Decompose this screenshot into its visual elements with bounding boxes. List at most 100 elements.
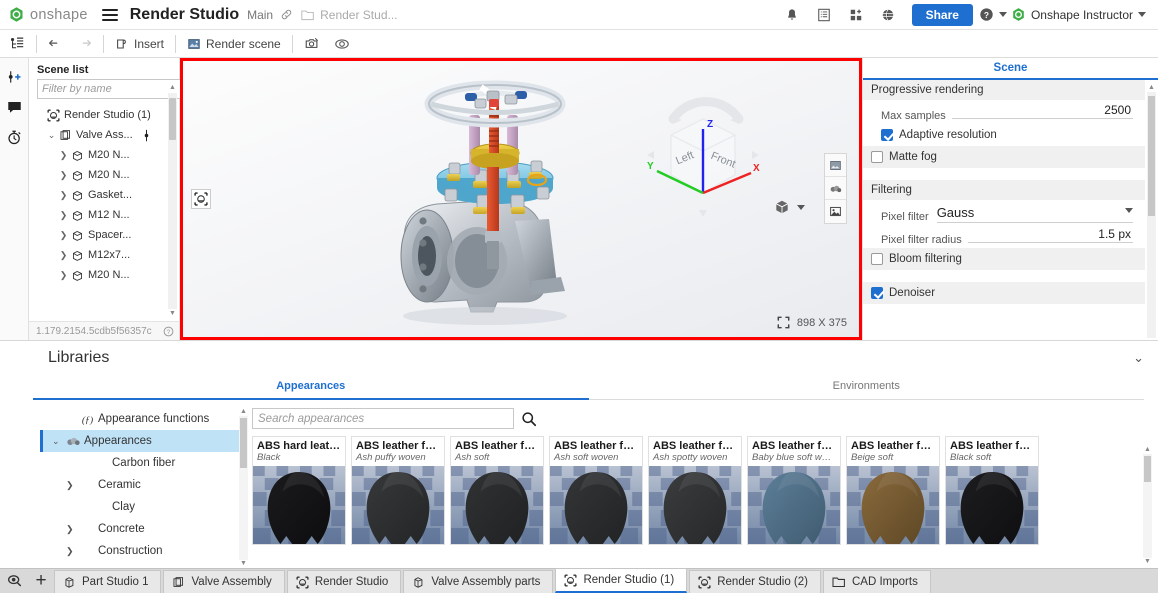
scene-tree-node[interactable]: ❯ M20 N... — [29, 265, 179, 285]
appearance-card[interactable]: ABS leather fab... Baby blue soft woven — [747, 436, 841, 545]
settings-checkbox-row[interactable]: Adaptive resolution — [863, 124, 1145, 146]
scene-settings-scrollbar[interactable]: ▲ — [1147, 84, 1156, 338]
category-node[interactable]: ❯ Construction — [40, 540, 248, 562]
chevron-down-icon[interactable] — [1125, 208, 1133, 213]
library-tab-appearances[interactable]: Appearances — [33, 375, 589, 400]
view-cube[interactable]: Left Front Z X Y — [641, 93, 771, 223]
insert-button[interactable]: Insert — [108, 31, 171, 57]
category-node[interactable]: Clay — [40, 496, 248, 518]
scroll-down-icon[interactable]: ▼ — [240, 560, 247, 568]
appearance-card[interactable]: ABS hard leath... Black — [252, 436, 346, 545]
environment-tool-icon[interactable] — [825, 177, 846, 200]
appearance-card[interactable]: ABS leather fab... Ash soft — [450, 436, 544, 545]
tab-scene[interactable]: Scene — [863, 58, 1158, 80]
settings-checkbox-row[interactable]: Matte fog — [863, 146, 1145, 169]
feature-tree-icon[interactable] — [2, 31, 32, 57]
field-input[interactable]: 1.5 px — [967, 227, 1133, 243]
appearance-grid-scrollbar[interactable]: ▲ ▼ — [1143, 446, 1152, 566]
help-circle-small-icon[interactable]: ? — [163, 326, 174, 337]
mate-connector-icon[interactable] — [139, 129, 154, 142]
settings-checkbox-row[interactable]: Denoiser — [863, 282, 1145, 305]
render-mode-selector[interactable] — [774, 199, 805, 215]
camera-settings-icon[interactable] — [297, 31, 327, 57]
globe-icon[interactable] — [877, 4, 899, 26]
history-stopwatch-icon[interactable] — [2, 124, 26, 150]
appearance-tool-icon[interactable] — [825, 154, 846, 177]
chevron-right-icon[interactable]: ❯ — [57, 170, 70, 181]
chevron-down-icon[interactable]: ⌄ — [1133, 350, 1144, 366]
render-viewport[interactable]: Left Front Z X Y 898 X 375 — [180, 58, 862, 340]
checkbox[interactable] — [871, 253, 883, 265]
image-tool-icon[interactable] — [825, 200, 846, 223]
search-appearances-input[interactable] — [252, 408, 514, 429]
appearance-card[interactable]: ABS leather fab... Black soft — [945, 436, 1039, 545]
library-tab-environments[interactable]: Environments — [589, 375, 1145, 399]
chevron-right-icon[interactable]: ❯ — [57, 250, 70, 261]
add-scene-icon[interactable] — [2, 64, 26, 90]
redo-arrow-icon[interactable] — [70, 31, 99, 57]
category-node[interactable]: ❯ Concrete — [40, 518, 248, 540]
scrollbar-thumb[interactable] — [169, 98, 176, 140]
link-icon[interactable] — [280, 8, 293, 21]
scene-tree-node[interactable]: ❯ M12 N... — [29, 205, 179, 225]
scene-tree-node[interactable]: ⌄ Valve Ass... — [29, 125, 179, 145]
breadcrumb[interactable]: Render Stud... — [301, 8, 398, 22]
document-tab[interactable]: Valve Assembly — [163, 570, 285, 593]
appearance-card-grid[interactable]: ABS hard leath... Black ABS leather fab...… — [252, 436, 1158, 545]
onshape-logo-icon[interactable] — [8, 6, 25, 23]
document-tab[interactable]: Valve Assembly parts — [403, 570, 554, 593]
comment-bubble-icon[interactable] — [2, 94, 26, 120]
apps-grid-icon[interactable] — [845, 4, 867, 26]
document-tab[interactable]: Render Studio (1) — [555, 568, 688, 593]
scroll-down-icon[interactable]: ▼ — [169, 310, 176, 318]
category-node[interactable]: ⌄ Appearances — [40, 430, 248, 452]
add-tab-button[interactable]: + — [28, 568, 54, 593]
chevron-down-icon[interactable] — [797, 204, 805, 210]
expand-corners-icon[interactable] — [777, 316, 790, 329]
field-input[interactable]: 2500 — [951, 103, 1133, 119]
chevron-right-icon[interactable]: ❯ — [57, 210, 70, 221]
chevron-right-icon[interactable]: ❯ — [66, 480, 79, 491]
category-node[interactable]: Carbon fiber — [40, 452, 248, 474]
scrollbar-thumb[interactable] — [240, 418, 247, 468]
scene-tree-node[interactable]: ❯ M12x7... — [29, 245, 179, 265]
chevron-right-icon[interactable]: ❯ — [66, 546, 79, 557]
share-button[interactable]: Share — [911, 3, 973, 26]
help-circle-icon[interactable]: ? — [979, 7, 994, 22]
chevron-right-icon[interactable]: ❯ — [57, 190, 70, 201]
document-tab[interactable]: CAD Imports — [823, 570, 931, 593]
document-tab[interactable]: Render Studio (2) — [689, 570, 821, 593]
scroll-up-icon[interactable]: ▲ — [1144, 446, 1151, 454]
checkbox[interactable] — [871, 287, 883, 299]
scroll-up-icon[interactable]: ▲ — [169, 84, 176, 92]
environment-icon[interactable] — [327, 31, 357, 57]
settings-field-row[interactable]: Pixel filter radius 1.5 px — [863, 225, 1145, 248]
undo-arrow-icon[interactable] — [41, 31, 70, 57]
chevron-right-icon[interactable]: ❯ — [57, 230, 70, 241]
scene-tree-node[interactable]: ❯ Spacer... — [29, 225, 179, 245]
scene-tree-node[interactable]: Render Studio (1) — [29, 105, 179, 125]
settings-field-row[interactable]: Max samples 2500 — [863, 101, 1145, 124]
settings-checkbox-row[interactable]: Bloom filtering — [863, 248, 1145, 271]
scroll-down-icon[interactable]: ▼ — [1144, 558, 1151, 566]
scene-tree-node[interactable]: ❯ Gasket... — [29, 185, 179, 205]
scene-tree-node[interactable]: ❯ M20 N... — [29, 165, 179, 185]
category-node[interactable]: (ƒ) Appearance functions — [40, 408, 248, 430]
select-render-icon[interactable] — [191, 189, 211, 209]
chevron-right-icon[interactable]: ❯ — [57, 150, 70, 161]
hamburger-menu-icon[interactable] — [101, 8, 118, 21]
appearance-card[interactable]: ABS leather fab... Ash soft woven — [549, 436, 643, 545]
pixel-filter-select[interactable]: Gauss — [936, 205, 1133, 223]
appearance-card[interactable]: ABS leather fab... Beige soft — [846, 436, 940, 545]
bell-icon[interactable] — [781, 4, 803, 26]
search-icon[interactable] — [518, 408, 540, 429]
checkbox[interactable] — [871, 151, 883, 163]
appearance-card[interactable]: ABS leather fab... Ash puffy woven — [351, 436, 445, 545]
category-node[interactable]: ❯ Ceramic — [40, 474, 248, 496]
chevron-down-icon[interactable]: ⌄ — [52, 436, 65, 447]
scene-tree[interactable]: Render Studio (1) ⌄ Valve Ass... ❯ M20 N... ❯… — [29, 103, 179, 321]
document-tab[interactable]: Render Studio — [286, 570, 402, 593]
chevron-down-icon[interactable]: ⌄ — [45, 130, 58, 141]
scrollbar-thumb[interactable] — [1144, 456, 1151, 482]
appearance-category-tree[interactable]: (ƒ) Appearance functions ⌄ Appearances Carbo… — [40, 408, 248, 568]
